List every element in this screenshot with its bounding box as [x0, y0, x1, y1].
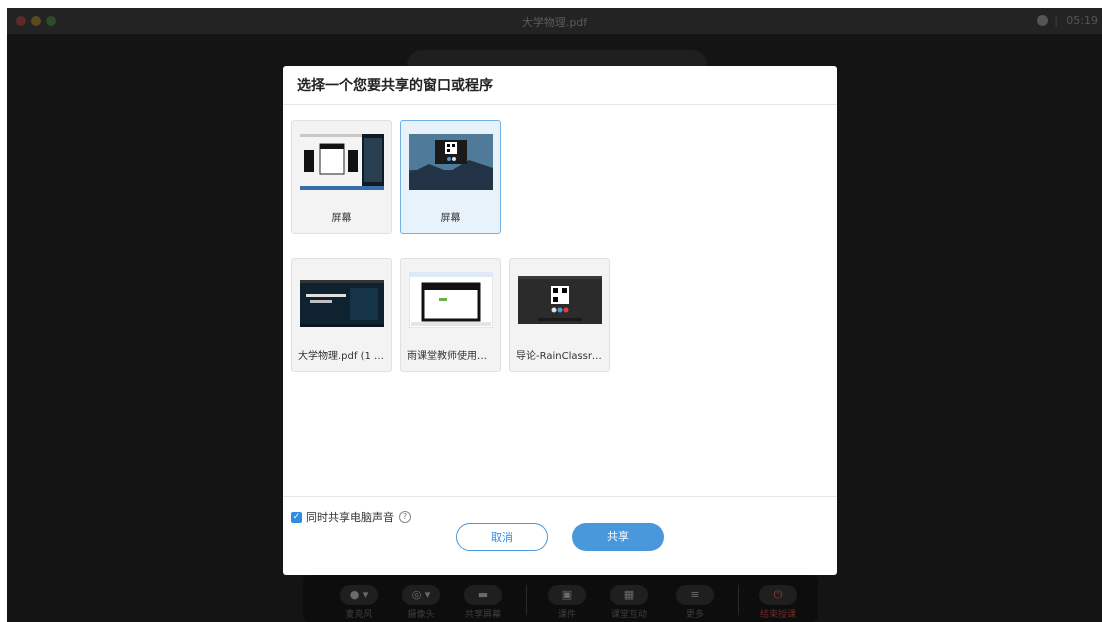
toolbar-divider [526, 585, 527, 615]
power-icon: ⏻ [759, 585, 797, 605]
clock-time: 05:19 [1066, 14, 1098, 27]
share-audio-label: 同时共享电脑声音 [306, 511, 394, 524]
screen-thumbnail [300, 134, 384, 190]
help-icon[interactable]: ? [399, 511, 411, 523]
toolbar-label: 麦克风 [345, 610, 373, 620]
window-thumbnail [518, 272, 602, 328]
dialog-footer: ✓ 同时共享电脑声音 ? 取消 共享 [283, 496, 837, 575]
toolbar-label: 课堂互动 [610, 610, 647, 620]
share-option-window-manual[interactable]: 雨课堂教师使用手... [400, 258, 501, 372]
toolbar-end-class[interactable]: ⏻ 结束授课 [752, 583, 804, 620]
toolbar-label: 摄像头 [407, 610, 435, 620]
dialog-header: 选择一个您要共享的窗口或程序 [283, 66, 837, 105]
slides-icon: ▣ [548, 585, 586, 605]
toolbar-divider [738, 585, 739, 615]
toolbar-slides[interactable]: ▣ 课件 [541, 583, 593, 620]
share-button[interactable]: 共享 [572, 523, 664, 551]
card-label: 导论-RainClassro... [516, 351, 603, 362]
screen-thumbnail [409, 134, 493, 190]
titlebar-divider: | [1054, 14, 1058, 27]
card-label: 屏幕 [331, 213, 352, 224]
window-thumbnail [409, 272, 493, 328]
status-icon[interactable] [1037, 15, 1048, 26]
toolbar-label: 共享屏幕 [464, 610, 501, 620]
window-title: 大学物理.pdf [521, 16, 588, 29]
title-bar: 大学物理.pdf | 05:19 [7, 8, 1102, 34]
toolbar-more[interactable]: ≡ 更多 [669, 583, 721, 620]
toolbar-microphone[interactable]: ● ▾ 麦克风 [333, 583, 385, 620]
menu-icon: ≡ [676, 585, 714, 605]
card-label: 大学物理.pdf (1 p... [298, 351, 385, 362]
class-toolbar: ● ▾ 麦克风 ◎ ▾ 摄像头 ▬ 共享屏幕 ▣ 课件 ▦ 课堂互动 ≡ 更多 … [303, 575, 818, 622]
share-option-window-pdf[interactable]: 大学物理.pdf (1 p... [291, 258, 392, 372]
toolbar-label: 更多 [685, 610, 704, 620]
share-option-screen-2[interactable]: 屏幕 [400, 120, 501, 234]
toolbar-interaction[interactable]: ▦ 课堂互动 [603, 583, 655, 620]
share-audio-option[interactable]: ✓ 同时共享电脑声音 ? [291, 509, 411, 525]
toolbar-camera[interactable]: ◎ ▾ 摄像头 [395, 583, 447, 620]
dialog-title: 选择一个您要共享的窗口或程序 [297, 78, 493, 94]
share-screen-icon: ▬ [464, 585, 502, 605]
card-label: 雨课堂教师使用手... [407, 351, 494, 362]
card-label: 屏幕 [440, 213, 461, 224]
window-thumbnail [300, 272, 384, 328]
toolbar-label: 课件 [557, 610, 576, 620]
apps-grid-icon: ▦ [610, 585, 648, 605]
camera-icon: ◎ ▾ [402, 585, 440, 605]
microphone-icon: ● ▾ [340, 585, 378, 605]
toolbar-share-screen[interactable]: ▬ 共享屏幕 [457, 583, 509, 620]
cancel-button[interactable]: 取消 [456, 523, 548, 551]
share-option-screen-1[interactable]: 屏幕 [291, 120, 392, 234]
share-option-window-rainclassroom[interactable]: 导论-RainClassro... [509, 258, 610, 372]
toolbar-label: 结束授课 [759, 610, 796, 620]
share-window-dialog: 选择一个您要共享的窗口或程序 屏幕 屏幕 大学物理.pdf (1 p... 雨课… [283, 66, 837, 575]
check-icon[interactable]: ✓ [291, 511, 302, 523]
